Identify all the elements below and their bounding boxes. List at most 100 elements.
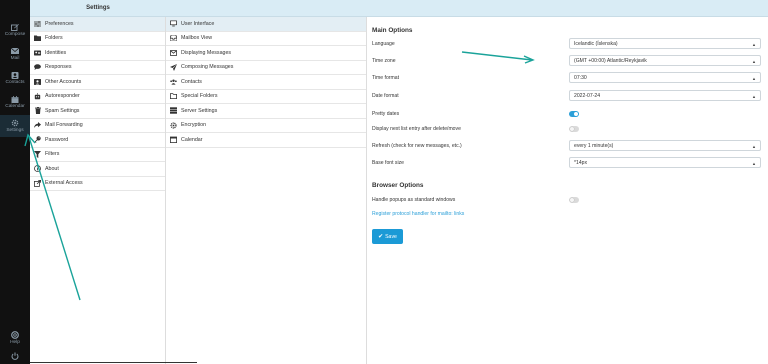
section-calendar[interactable]: Calendar [166, 133, 366, 148]
display-next-toggle[interactable] [569, 126, 579, 132]
time-format-value: 07:30 [574, 74, 587, 81]
settings-item-preferences[interactable]: Preferences [30, 17, 165, 32]
toggle-knob [574, 112, 578, 116]
nav-compose-label: Compose [4, 32, 26, 37]
language-select[interactable]: Icelandic (Íslenska) ▲ [569, 38, 761, 49]
calendar-icon [170, 136, 177, 144]
nav-compose[interactable]: Compose [0, 19, 30, 41]
users-icon [170, 78, 177, 85]
settings-item-autoresponder[interactable]: Autoresponder [30, 90, 165, 104]
settings-item-label: Autoresponder [45, 93, 80, 100]
nav-contacts[interactable]: Contacts [0, 67, 30, 89]
settings-item-about[interactable]: About [30, 162, 165, 177]
date-format-label: Date format [372, 93, 399, 99]
accounts-icon [34, 78, 41, 85]
section-encryption[interactable]: Encryption [166, 119, 366, 133]
settings-item-label: Folders [45, 35, 63, 42]
nav-mail[interactable]: Mail [0, 43, 30, 65]
power-icon[interactable] [11, 352, 19, 360]
display-next-label: Display next list entry after delete/mov… [372, 126, 461, 132]
refresh-select[interactable]: every 1 minute(s) ▲ [569, 140, 761, 151]
nav-calendar[interactable]: Calendar [0, 91, 30, 113]
main-options-title: Main Options [372, 27, 413, 34]
id-card-icon [34, 49, 41, 56]
settings-item-label: External Access [45, 180, 83, 187]
settings-item-other-accounts[interactable]: Other Accounts [30, 75, 165, 90]
save-button[interactable]: ✔ Save [372, 229, 403, 244]
checkmark-icon: ✔ [378, 234, 384, 240]
settings-item-label: Password [45, 136, 69, 143]
settings-item-external-access[interactable]: External Access [30, 177, 165, 191]
settings-item-folders[interactable]: Folders [30, 32, 165, 46]
popups-toggle[interactable] [569, 197, 579, 203]
envelope-icon [170, 49, 177, 56]
section-user-interface[interactable]: User Interface [166, 17, 366, 32]
help-icon [11, 331, 20, 339]
sliders-icon [34, 20, 41, 27]
gear-icon [11, 119, 20, 127]
section-label: Contacts [181, 78, 202, 85]
content-header [366, 0, 768, 17]
preferences-content: Main Options Language Icelandic (Íslensk… [367, 17, 768, 364]
section-contacts[interactable]: Contacts [166, 75, 366, 90]
nav-help[interactable]: Help [0, 327, 30, 349]
font-size-select[interactable]: *14px ▲ [569, 157, 761, 168]
settings-header: Settings [30, 0, 166, 17]
section-displaying-messages[interactable]: Displaying Messages [166, 46, 366, 61]
section-special-folders[interactable]: Special Folders [166, 90, 366, 104]
section-composing-messages[interactable]: Composing Messages [166, 61, 366, 75]
send-icon [170, 63, 177, 71]
robot-icon [34, 92, 41, 100]
server-icon [170, 107, 177, 114]
preference-sections: User Interface Mailbox View Displaying M… [166, 17, 367, 364]
timezone-select[interactable]: (GMT +00:00) Atlantic/Reykjavik ▲ [569, 55, 761, 66]
settings-item-password[interactable]: Password [30, 133, 165, 148]
settings-item-label: Spam Settings [45, 107, 80, 114]
settings-item-label: Filters [45, 151, 60, 158]
app-window: Compose Mail Contacts Calendar Settings [0, 0, 768, 364]
chevron-updown-icon: ▲ [752, 160, 756, 166]
font-size-value: *14px [574, 159, 588, 166]
external-link-icon [34, 179, 41, 187]
settings-item-label: Other Accounts [45, 78, 82, 85]
settings-item-mail-forwarding[interactable]: Mail Forwarding [30, 119, 165, 133]
main-nav: Compose Mail Contacts Calendar Settings [0, 0, 30, 364]
pretty-dates-label: Pretty dates [372, 111, 400, 117]
section-label: Encryption [181, 122, 207, 129]
date-format-select[interactable]: 2022-07-24 ▲ [569, 90, 761, 101]
chat-icon [34, 64, 41, 71]
section-label: User Interface [181, 20, 215, 27]
save-label: Save [385, 233, 397, 240]
settings-item-responses[interactable]: Responses [30, 61, 165, 75]
chevron-updown-icon: ▲ [752, 41, 756, 47]
register-protocol-link[interactable]: Register protocol handler for mailto: li… [372, 211, 464, 217]
chevron-updown-icon: ▲ [752, 93, 756, 99]
chevron-updown-icon: ▲ [752, 143, 756, 149]
nav-calendar-label: Calendar [5, 104, 25, 109]
nav-settings[interactable]: Settings [0, 115, 30, 137]
forward-icon [34, 122, 41, 129]
time-format-select[interactable]: 07:30 ▲ [569, 72, 761, 83]
section-mailbox-view[interactable]: Mailbox View [166, 32, 366, 46]
settings-item-filters[interactable]: Filters [30, 148, 165, 162]
settings-menu: Preferences Folders Identities Responses… [30, 17, 166, 364]
date-format-value: 2022-07-24 [574, 92, 601, 99]
section-label: Calendar [181, 136, 203, 143]
time-format-label: Time format [372, 75, 399, 81]
section-label: Mailbox View [181, 35, 213, 42]
settings-item-label: Responses [45, 64, 72, 71]
settings-item-spam-settings[interactable]: Spam Settings [30, 104, 165, 119]
chevron-updown-icon: ▲ [752, 58, 756, 64]
settings-item-identities[interactable]: Identities [30, 46, 165, 61]
pretty-dates-toggle[interactable] [569, 111, 579, 117]
section-server-settings[interactable]: Server Settings [166, 104, 366, 119]
timezone-label: Time zone [372, 58, 396, 64]
nav-help-label: Help [10, 340, 20, 345]
folder-outline-icon [170, 93, 177, 100]
toggle-knob [570, 198, 574, 202]
folder-icon [34, 35, 41, 42]
settings-title: Settings [86, 5, 110, 11]
contacts-icon [11, 71, 20, 79]
chevron-updown-icon: ▲ [752, 75, 756, 81]
toggle-knob [570, 127, 574, 131]
